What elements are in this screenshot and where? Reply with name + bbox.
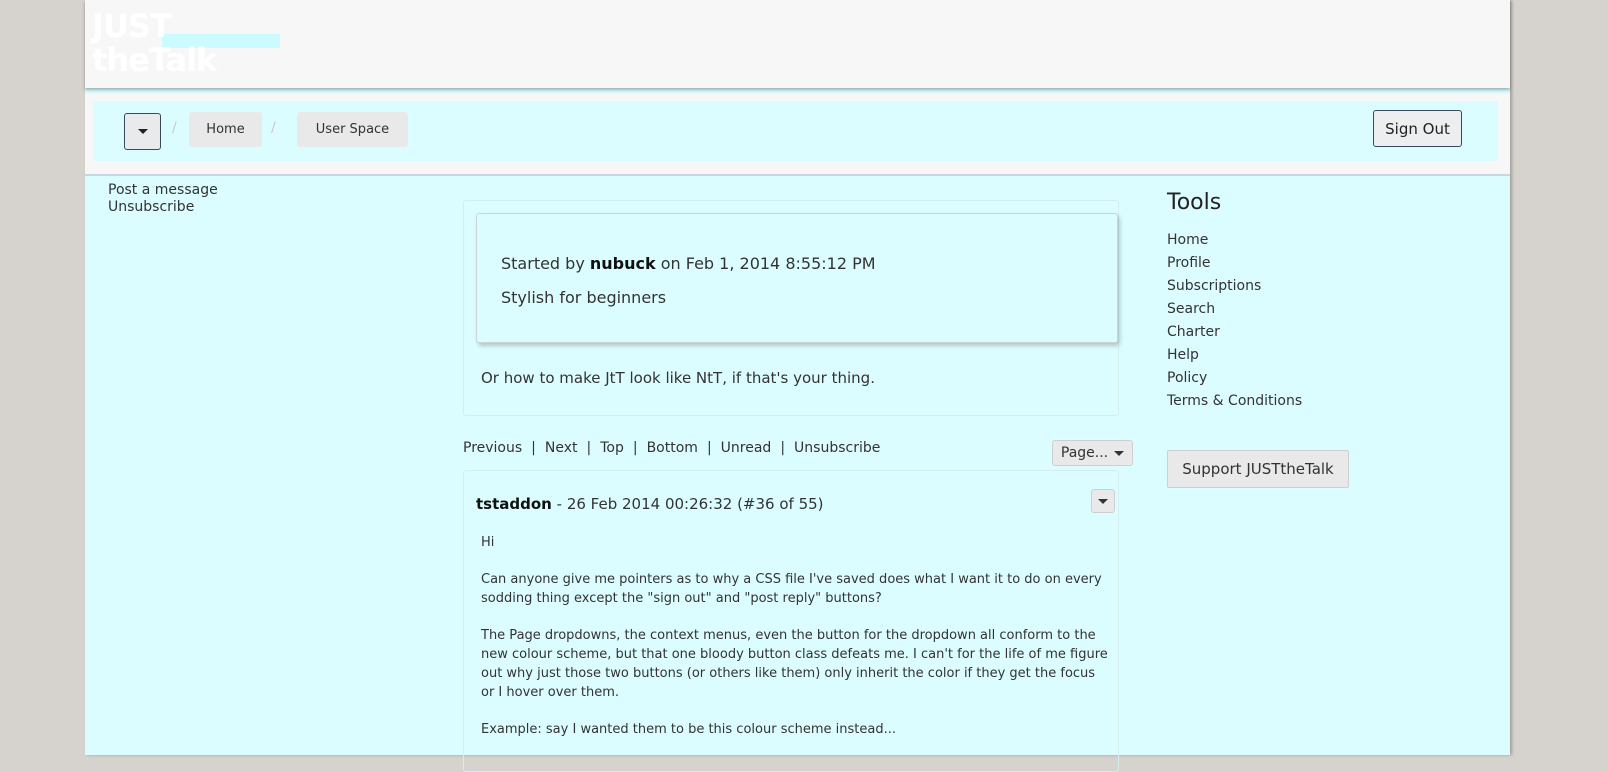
post-author[interactable]: tstaddon (476, 495, 552, 513)
post-message-link[interactable]: Post a message (108, 182, 218, 199)
breadcrumb-separator: / (172, 120, 177, 136)
pager-bottom[interactable]: Bottom (647, 440, 698, 456)
tools-item-subscriptions[interactable]: Subscriptions (1167, 275, 1302, 298)
page: JUST theTalk / Home / User Space Sign Ou… (85, 0, 1510, 772)
tools-item-profile[interactable]: Profile (1167, 252, 1302, 275)
tools-item-help[interactable]: Help (1167, 344, 1302, 367)
top-header: JUST theTalk (85, 0, 1510, 88)
menu-toggle-button[interactable] (124, 113, 161, 150)
pager-separator: | (706, 440, 712, 456)
tools-list: Home Profile Subscriptions Search Charte… (1167, 229, 1302, 413)
breadcrumb: / Home / User Space Sign Out (93, 101, 1498, 161)
unsubscribe-link[interactable]: Unsubscribe (108, 199, 218, 216)
left-actions: Post a message Unsubscribe (108, 182, 218, 216)
thread-pager: Previous | Next | Top | Bottom | Unread | Unsubscr… (463, 440, 880, 456)
logo-line-2: theTalk (92, 41, 217, 79)
thread-description: Or how to make JtT look like NtT, if tha… (481, 369, 875, 387)
pager-separator: | (632, 440, 638, 456)
tools-sidebar: Tools Home Profile Subscriptions Search … (1167, 190, 1302, 413)
post-paragraph: The Page dropdowns, the context menus, e… (481, 628, 1108, 700)
thread-date: on Feb 1, 2014 8:55:12 PM (660, 254, 876, 273)
pager-previous[interactable]: Previous (463, 440, 522, 456)
post-paragraph: Hi (481, 535, 495, 550)
thread-author[interactable]: nubuck (590, 254, 656, 273)
thread-started-by: Started by nubuck on Feb 1, 2014 8:55:12… (501, 254, 876, 273)
pager-unread[interactable]: Unread (721, 440, 772, 456)
thread-title: Stylish for beginners (501, 288, 667, 307)
started-prefix: Started by (501, 254, 585, 273)
pager-separator: | (780, 440, 786, 456)
post-paragraph: Example: say I wanted them to be this co… (481, 722, 896, 737)
post-body: Hi Can anyone give me pointers as to why… (481, 533, 1111, 757)
breadcrumb-separator: / (271, 120, 276, 136)
breadcrumb-user-space[interactable]: User Space (297, 112, 408, 147)
support-button[interactable]: Support JUSTtheTalk (1167, 450, 1349, 488)
caret-down-icon (1114, 450, 1125, 456)
pager-unsubscribe[interactable]: Unsubscribe (794, 440, 880, 456)
sign-out-button[interactable]: Sign Out (1373, 110, 1462, 147)
site-logo[interactable]: JUST theTalk (92, 8, 282, 78)
logo-line-1: JUST (92, 7, 172, 45)
tools-item-charter[interactable]: Charter (1167, 321, 1302, 344)
tools-item-policy[interactable]: Policy (1167, 367, 1302, 390)
page-select-label: Page... (1060, 445, 1109, 461)
tools-item-terms[interactable]: Terms & Conditions (1167, 390, 1302, 413)
pager-next[interactable]: Next (545, 440, 578, 456)
pager-separator: | (586, 440, 592, 456)
post-menu-button[interactable] (1091, 489, 1115, 513)
navigation-bar: / Home / User Space Sign Out (85, 94, 1510, 176)
tools-item-home[interactable]: Home (1167, 229, 1302, 252)
pager-top[interactable]: Top (600, 440, 624, 456)
thread-summary: Started by nubuck on Feb 1, 2014 8:55:12… (463, 200, 1119, 416)
post: tstaddon - 26 Feb 2014 00:26:32 (#36 of … (463, 470, 1119, 772)
pager-separator: | (531, 440, 536, 456)
tools-item-search[interactable]: Search (1167, 298, 1302, 321)
post-header: tstaddon - 26 Feb 2014 00:26:32 (#36 of … (476, 495, 824, 513)
caret-down-icon (1098, 498, 1108, 504)
page-select-dropdown[interactable]: Page... (1052, 440, 1133, 466)
tools-title: Tools (1167, 190, 1222, 215)
thread-header-card: Started by nubuck on Feb 1, 2014 8:55:12… (476, 213, 1118, 343)
post-paragraph: Can anyone give me pointers as to why a … (481, 572, 1102, 606)
breadcrumb-home[interactable]: Home (189, 112, 262, 147)
post-meta: - 26 Feb 2014 00:26:32 (#36 of 55) (556, 495, 824, 513)
caret-down-icon (137, 129, 148, 134)
